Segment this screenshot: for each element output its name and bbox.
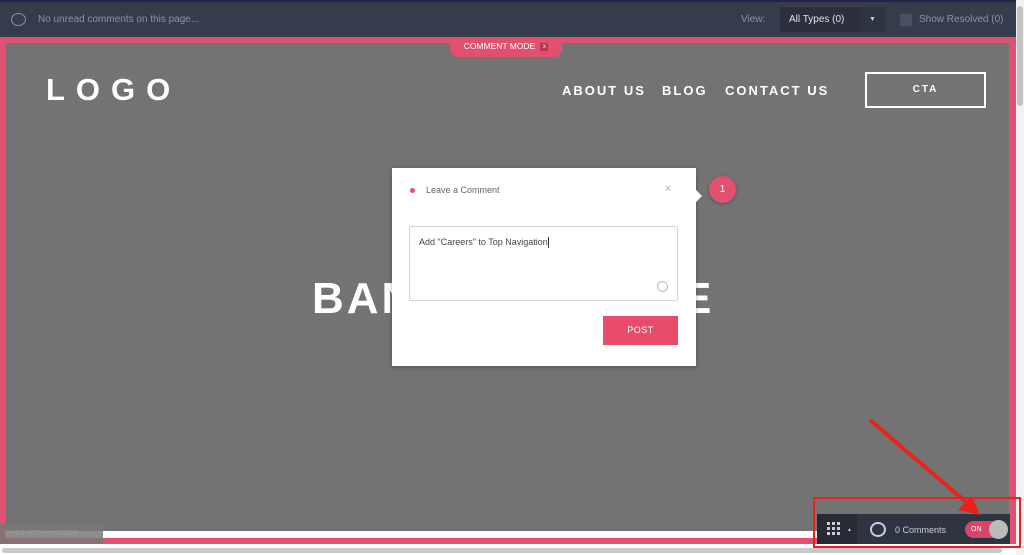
comment-pin[interactable]: 1	[709, 176, 736, 203]
made-with-invision-badge[interactable]: MADE WITH INVISION	[0, 524, 103, 544]
comments-toolbar: No unread comments on this page... View:…	[0, 0, 1016, 37]
leave-comment-dialog: Leave a Comment × Add "Careers" to Top N…	[392, 168, 702, 366]
horizontal-scrollbar[interactable]	[2, 548, 1002, 553]
cta-button[interactable]: CTA	[865, 72, 986, 108]
vertical-scrollbar[interactable]	[1016, 0, 1024, 555]
comment-mode-tab: COMMENT MODE x	[450, 37, 562, 57]
show-resolved-label[interactable]: Show Resolved (0)	[919, 14, 1003, 25]
close-comment-mode-icon[interactable]: x	[540, 42, 549, 51]
status-dot-icon	[410, 188, 415, 193]
view-label: View:	[741, 14, 766, 25]
nav-blog[interactable]: BLOG	[662, 83, 708, 98]
emoji-icon[interactable]	[657, 281, 668, 292]
comment-mode-label: COMMENT MODE	[463, 41, 536, 51]
post-button[interactable]: POST	[603, 316, 678, 345]
text-caret	[547, 237, 549, 249]
nav-about-us[interactable]: ABOUT US	[562, 83, 646, 98]
view-select-value: All Types (0)	[789, 14, 845, 25]
unread-status: No unread comments on this page...	[38, 14, 200, 25]
view-type-select[interactable]: All Types (0) ▼	[780, 7, 885, 32]
close-icon[interactable]: ×	[665, 183, 671, 195]
nav-contact-us[interactable]: CONTACT US	[725, 83, 829, 98]
comment-bubble-icon	[11, 13, 26, 26]
site-logo[interactable]: LOGO	[46, 72, 181, 108]
dialog-title: Leave a Comment	[426, 185, 500, 195]
show-resolved-checkbox[interactable]	[900, 14, 912, 26]
scroll-thumb[interactable]	[1017, 6, 1023, 106]
comment-textarea[interactable]: Add "Careers" to Top Navigation	[409, 226, 678, 301]
annotation-highlight-box	[813, 497, 1021, 548]
comment-text: Add "Careers" to Top Navigation	[419, 237, 548, 247]
dialog-pointer	[696, 190, 702, 202]
chevron-down-icon: ▼	[860, 7, 885, 32]
